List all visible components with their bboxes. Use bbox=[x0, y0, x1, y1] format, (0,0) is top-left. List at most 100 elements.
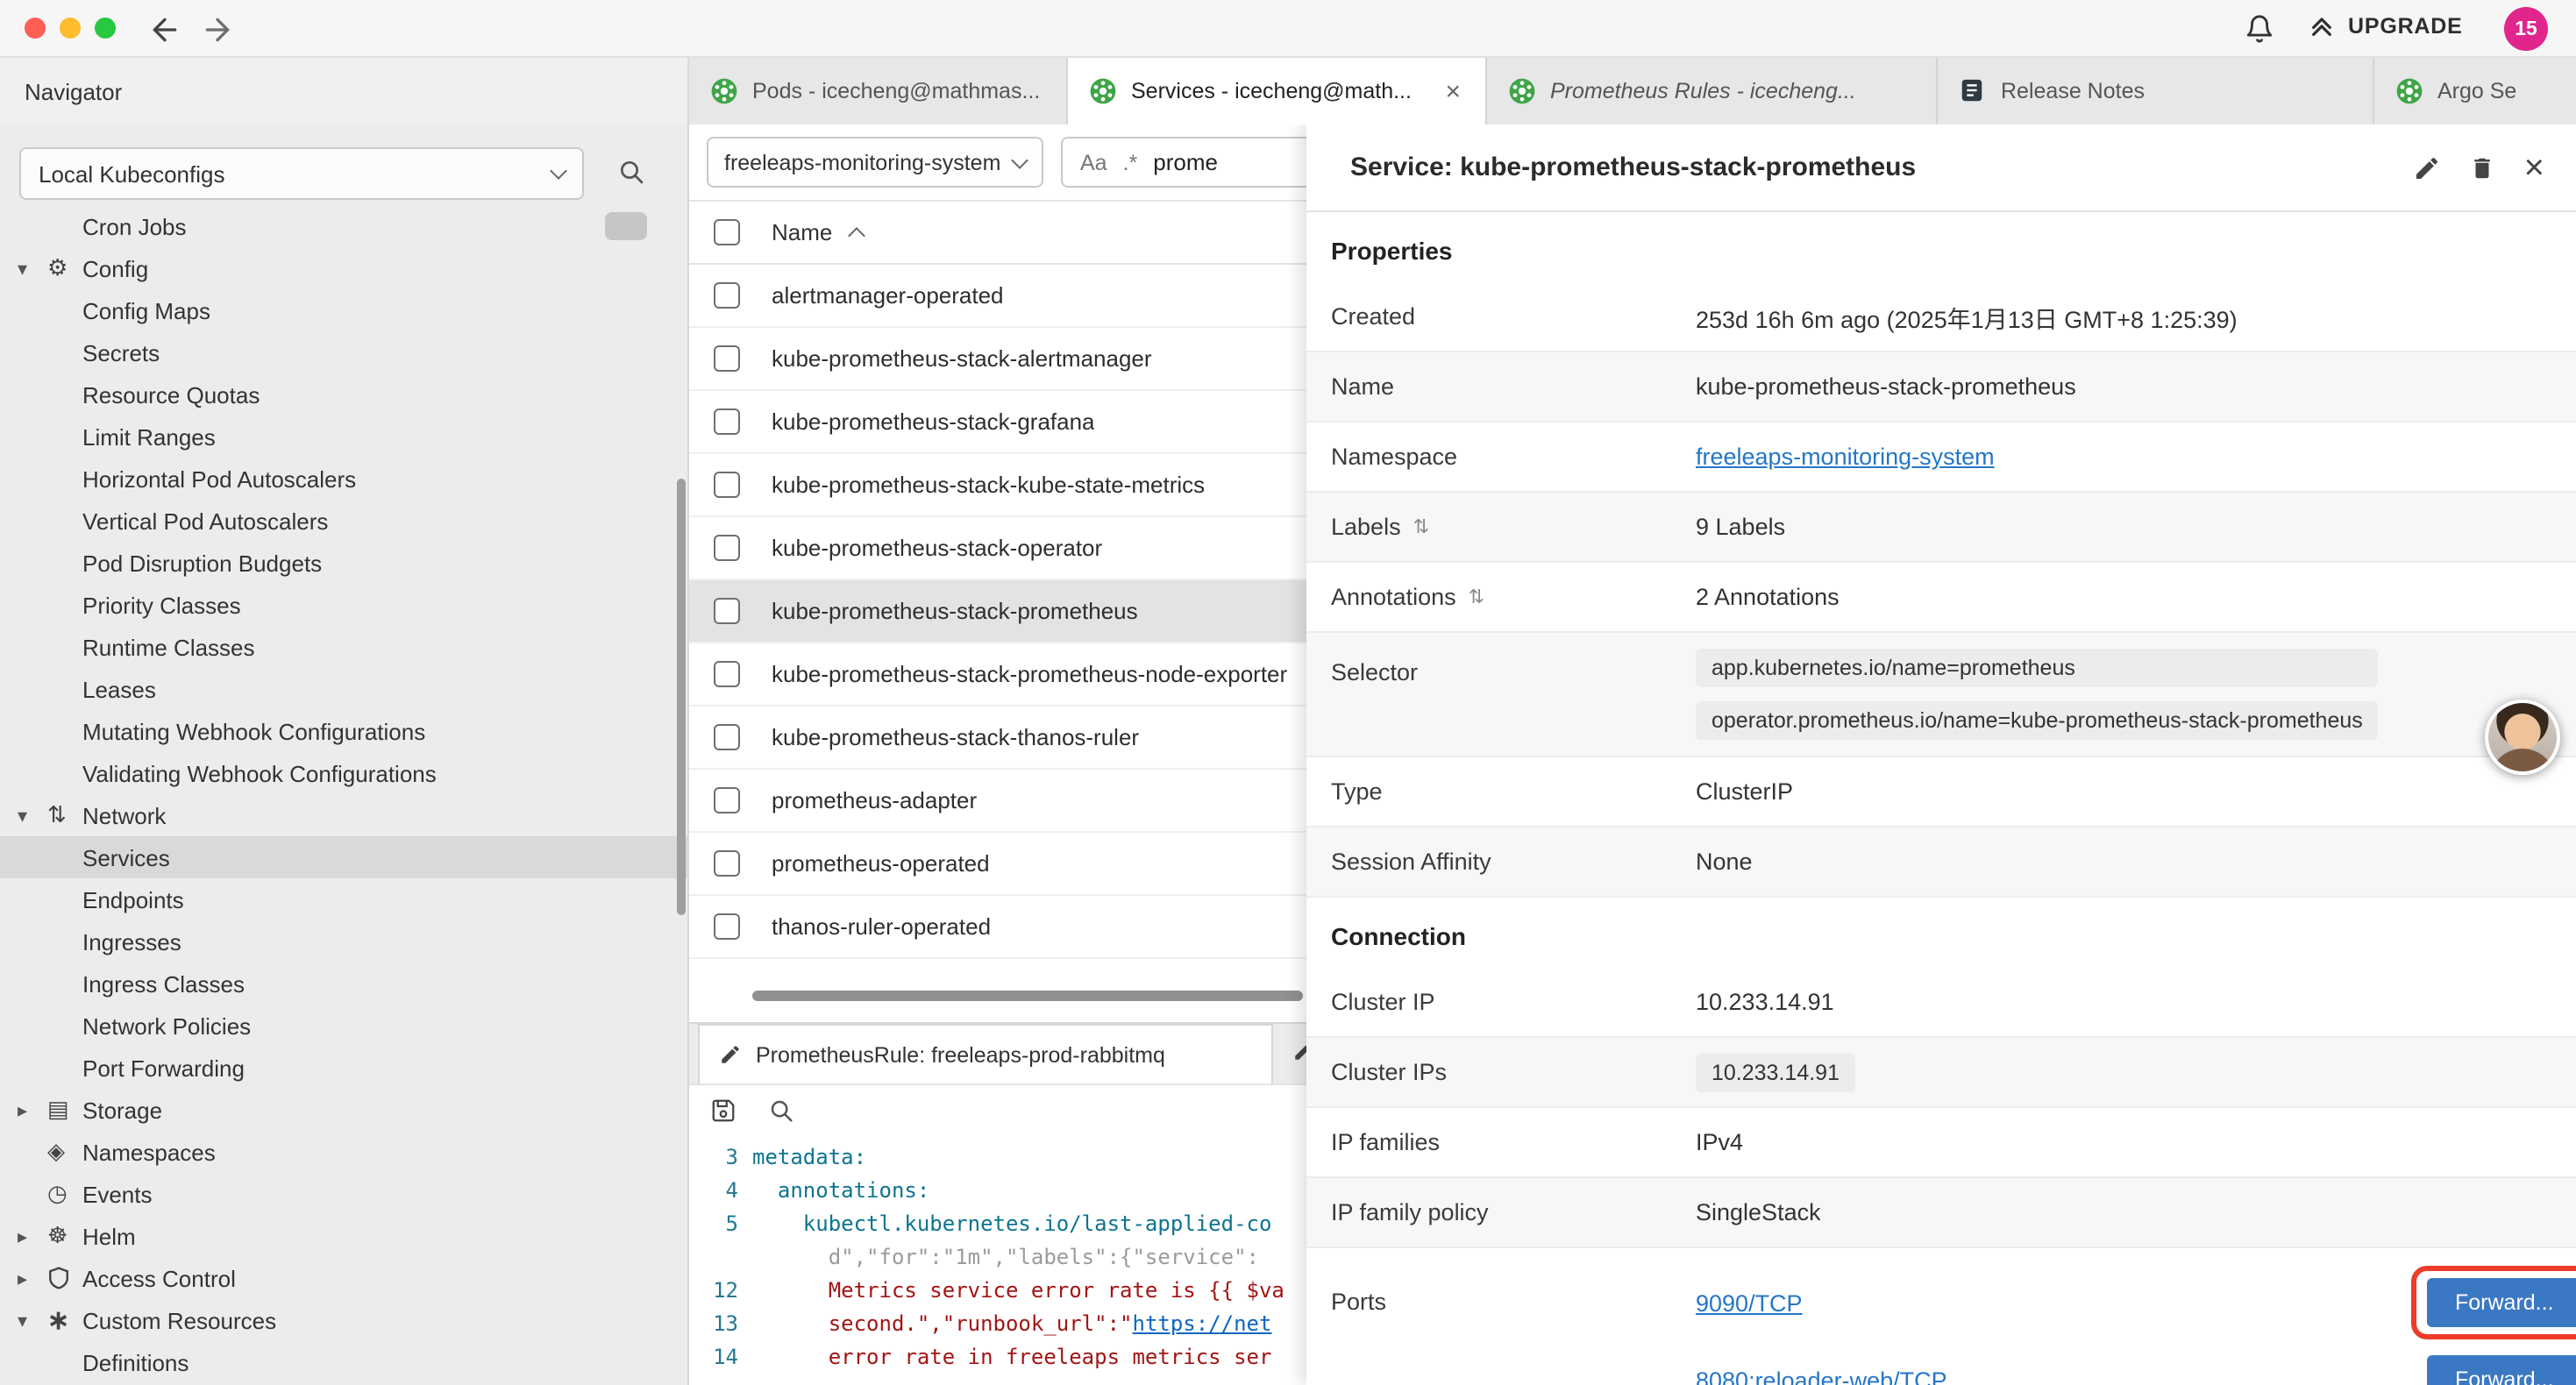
sidebar-item[interactable]: Storage bbox=[0, 1089, 687, 1131]
sidebar-item[interactable]: Ingress Classes bbox=[0, 962, 687, 1005]
user-avatar[interactable] bbox=[2485, 700, 2560, 775]
row-checkbox[interactable] bbox=[714, 787, 740, 813]
maximize-window-button[interactable] bbox=[95, 18, 116, 39]
port-link[interactable]: 9090/TCP bbox=[1696, 1289, 2274, 1316]
save-icon[interactable] bbox=[710, 1097, 737, 1124]
match-case-toggle[interactable]: Aa bbox=[1080, 150, 1107, 174]
notification-count-badge[interactable]: 15 bbox=[2504, 7, 2548, 51]
sidebar-item[interactable]: Definitions bbox=[0, 1341, 687, 1383]
row-checkbox[interactable] bbox=[714, 913, 740, 940]
expand-collapse-icon[interactable] bbox=[1469, 586, 1484, 608]
sort-ascending-icon[interactable] bbox=[847, 227, 865, 245]
service-row[interactable]: kube-prometheus-stack-grafana bbox=[689, 391, 1306, 454]
minimize-window-button[interactable] bbox=[60, 18, 81, 39]
sidebar-item[interactable]: Horizontal Pod Autoscalers bbox=[0, 458, 687, 500]
row-checkbox[interactable] bbox=[714, 598, 740, 624]
sidebar-item[interactable]: Limit Ranges bbox=[0, 416, 687, 458]
tree-chevron-icon[interactable] bbox=[18, 1225, 47, 1247]
editor-tab[interactable]: Prometheus Rules - icecheng... bbox=[1487, 58, 1938, 124]
notifications-bell-icon[interactable] bbox=[2245, 14, 2274, 44]
sidebar-item[interactable]: Runtime Classes bbox=[0, 626, 687, 668]
sidebar-item[interactable]: Secrets bbox=[0, 331, 687, 373]
delete-trash-icon[interactable] bbox=[2470, 153, 2496, 181]
editor-tab[interactable]: Pods - icecheng@mathmas... bbox=[689, 58, 1068, 124]
service-row[interactable]: kube-prometheus-stack-operator bbox=[689, 517, 1306, 580]
close-icon[interactable] bbox=[2524, 150, 2544, 185]
sidebar-item[interactable]: Priority Classes bbox=[0, 584, 687, 626]
sidebar-item[interactable]: Events bbox=[0, 1173, 687, 1215]
edit-pencil-icon[interactable] bbox=[2414, 153, 2442, 181]
sidebar-item[interactable]: Port Forwarding bbox=[0, 1047, 687, 1089]
sidebar-item[interactable]: Access Control bbox=[0, 1257, 687, 1299]
editor-tab[interactable]: Argo Se bbox=[2374, 58, 2576, 124]
row-checkbox[interactable] bbox=[714, 535, 740, 561]
service-row[interactable]: kube-prometheus-stack-thanos-ruler bbox=[689, 707, 1306, 770]
row-checkbox[interactable] bbox=[714, 724, 740, 750]
sidebar-item[interactable]: Helm bbox=[0, 1215, 687, 1257]
sidebar-item[interactable]: Ingresses bbox=[0, 920, 687, 962]
yaml-editor[interactable]: 3 metadata: 4 annotations: 5 kubectl.kub… bbox=[689, 1136, 1306, 1385]
sidebar-item[interactable]: Mutating Webhook Configurations bbox=[0, 710, 687, 752]
expand-collapse-icon[interactable] bbox=[1413, 515, 1429, 538]
sidebar-item[interactable]: Validating Webhook Configurations bbox=[0, 752, 687, 794]
row-checkbox[interactable] bbox=[714, 345, 740, 372]
row-checkbox[interactable] bbox=[714, 661, 740, 687]
sidebar-item[interactable]: Endpoints bbox=[0, 878, 687, 920]
port-forward-button[interactable]: Forward... bbox=[2427, 1278, 2576, 1327]
search-icon[interactable] bbox=[617, 158, 645, 186]
kubeconfig-selector[interactable]: Local Kubeconfigs bbox=[19, 147, 584, 200]
tree-chevron-icon[interactable] bbox=[18, 1267, 47, 1289]
labels-count[interactable]: 9 Labels bbox=[1696, 514, 1785, 540]
tree-chevron-icon[interactable] bbox=[18, 804, 47, 827]
tree-chevron-icon[interactable] bbox=[18, 257, 47, 280]
service-row[interactable]: alertmanager-operated bbox=[689, 265, 1306, 328]
row-checkbox[interactable] bbox=[714, 282, 740, 309]
sidebar-item[interactable]: Vertical Pod Autoscalers bbox=[0, 500, 687, 542]
service-row[interactable]: kube-prometheus-stack-kube-state-metrics bbox=[689, 454, 1306, 517]
sidebar-item[interactable]: Custom Resources bbox=[0, 1299, 687, 1341]
port-link[interactable]: 8080:reloader-web/TCP bbox=[1696, 1367, 2274, 1385]
back-arrow-icon[interactable] bbox=[147, 12, 182, 47]
sidebar-item[interactable]: Network Policies bbox=[0, 1005, 687, 1047]
row-checkbox[interactable] bbox=[714, 850, 740, 877]
upgrade-button[interactable]: UPGRADE bbox=[2308, 12, 2463, 40]
sidebar-item[interactable]: Pod Disruption Budgets bbox=[0, 542, 687, 584]
service-row[interactable]: prometheus-operated bbox=[689, 833, 1306, 896]
select-all-checkbox[interactable] bbox=[714, 219, 740, 245]
row-checkbox[interactable] bbox=[714, 408, 740, 435]
tree-chevron-icon[interactable] bbox=[18, 1098, 47, 1121]
sidebar-scrollbar-thumb[interactable] bbox=[677, 479, 686, 915]
namespace-link[interactable]: freeleaps-monitoring-system bbox=[1696, 444, 1995, 470]
list-search-input[interactable]: Aa .* prome bbox=[1061, 137, 1306, 188]
lens-app-window: UPGRADE 15 Navigator Pods - icecheng@mat… bbox=[0, 0, 2576, 1385]
service-row[interactable]: kube-prometheus-stack-prometheus bbox=[689, 580, 1306, 643]
name-column-header[interactable]: Name bbox=[772, 219, 832, 245]
port-forward-button[interactable]: Forward... bbox=[2427, 1355, 2576, 1385]
editor-tab[interactable]: Release Notes bbox=[1938, 58, 2374, 124]
namespace-filter-dropdown[interactable]: freeleaps-monitoring-system bbox=[707, 137, 1043, 188]
sidebar-item[interactable]: Network bbox=[0, 794, 687, 836]
sidebar-item[interactable]: Config Maps bbox=[0, 289, 687, 331]
forward-arrow-icon[interactable] bbox=[200, 12, 235, 47]
tab-close-icon[interactable] bbox=[1441, 78, 1464, 104]
annotations-count[interactable]: 2 Annotations bbox=[1696, 584, 1839, 610]
sidebar-item[interactable]: Config bbox=[0, 247, 687, 289]
regex-toggle[interactable]: .* bbox=[1123, 150, 1138, 174]
sidebar-item[interactable]: Leases bbox=[0, 668, 687, 710]
close-window-button[interactable] bbox=[25, 18, 46, 39]
service-row[interactable]: prometheus-adapter bbox=[689, 770, 1306, 833]
sidebar-item[interactable]: Namespaces bbox=[0, 1131, 687, 1173]
sidebar-item[interactable]: Cron Jobs bbox=[0, 205, 687, 247]
sidebar-item[interactable]: Services bbox=[0, 836, 687, 878]
row-checkbox[interactable] bbox=[714, 472, 740, 498]
horizontal-scrollbar-thumb[interactable] bbox=[752, 991, 1303, 1001]
sidebar-item[interactable]: Resource Quotas bbox=[0, 373, 687, 416]
tree-chevron-icon[interactable] bbox=[18, 1309, 47, 1332]
service-row[interactable]: kube-prometheus-stack-alertmanager bbox=[689, 328, 1306, 391]
service-row[interactable]: thanos-ruler-operated bbox=[689, 896, 1306, 959]
dock-tab[interactable]: PrometheusRule: freeleaps-prod-rabbitmq bbox=[698, 1024, 1273, 1083]
search-icon[interactable] bbox=[768, 1097, 794, 1124]
editor-tab[interactable]: Services - icecheng@math... bbox=[1068, 58, 1487, 124]
sidebar-item-label: Validating Webhook Configurations bbox=[82, 760, 437, 786]
service-row[interactable]: kube-prometheus-stack-prometheus-node-ex… bbox=[689, 643, 1306, 707]
